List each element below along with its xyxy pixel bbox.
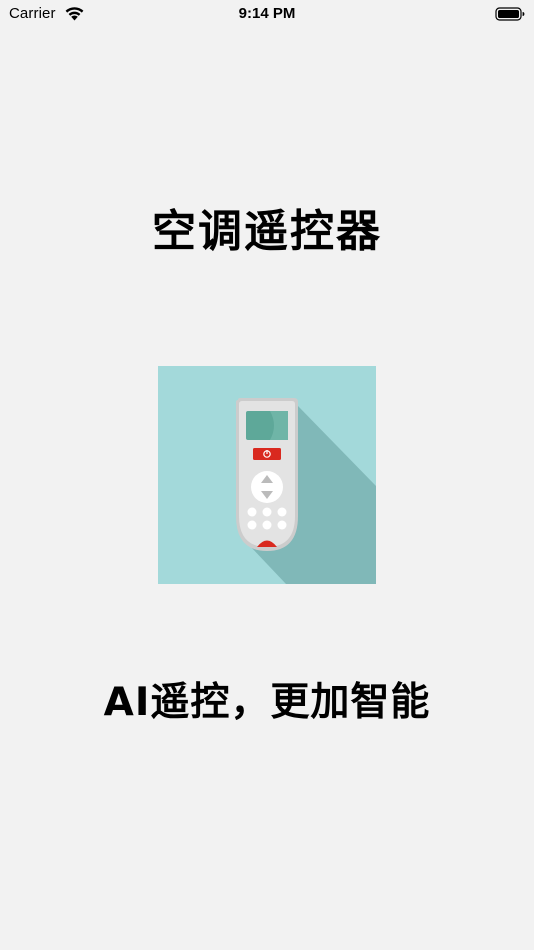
app-title: 空调遥控器 [152, 206, 382, 257]
status-time: 9:14 PM [238, 5, 296, 22]
tagline: AI遥控，更加智能 [103, 680, 431, 725]
air-conditioner-remote-icon [158, 366, 376, 584]
battery-icon [495, 7, 525, 21]
status-bar: Carrier 9:14 PM [0, 0, 534, 28]
